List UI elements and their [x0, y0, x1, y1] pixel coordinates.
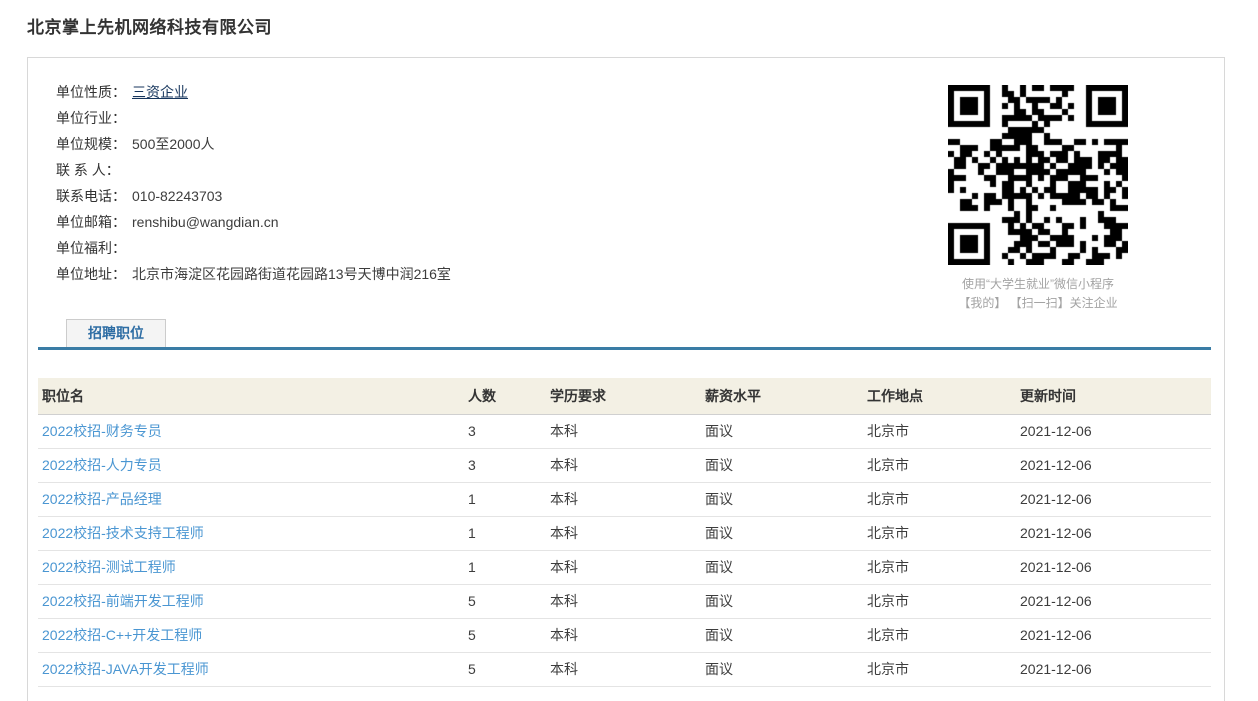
job-cell: 北京市	[867, 559, 909, 575]
company-nature-link[interactable]: 三资企业	[132, 84, 188, 100]
job-row: 2022校招-测试工程师 1 本科 面议 北京市 2021-12-06	[38, 550, 1211, 584]
job-cell: 2021-12-06	[1020, 559, 1092, 575]
job-title-link[interactable]: 2022校招-产品经理	[42, 491, 162, 507]
job-cell: 面议	[705, 525, 733, 541]
job-cell: 5	[468, 593, 476, 609]
job-cell: 本科	[550, 457, 578, 473]
job-title-link[interactable]: 2022校招-技术支持工程师	[42, 525, 204, 541]
job-cell: 2021-12-06	[1020, 457, 1092, 473]
job-cell: 5	[468, 661, 476, 677]
page-title: 北京掌上先机网络科技有限公司	[27, 18, 272, 37]
job-title-cell: 2022校招-人力专员	[38, 448, 464, 482]
column-header-education: 学历要求	[546, 378, 701, 415]
info-label: 单位福利：	[56, 240, 126, 256]
column-header-job-title: 职位名	[38, 378, 464, 415]
job-cell: 本科	[550, 559, 578, 575]
job-row: 2022校招-前端开发工程师 5 本科 面议 北京市 2021-12-06	[38, 584, 1211, 618]
job-title-cell: 2022校招-前端开发工程师	[38, 584, 464, 618]
job-cell: 2021-12-06	[1020, 491, 1092, 507]
job-title-link[interactable]: 2022校招-C++开发工程师	[42, 627, 202, 643]
qr-caption: 使用“大学生就业”微信小程序 【我的】 【扫一扫】关注企业	[918, 275, 1158, 313]
job-cell: 2021-12-06	[1020, 525, 1092, 541]
job-table: 职位名 人数 学历要求 薪资水平 工作地点 更新时间 2022校招-财务专员 3 本…	[38, 378, 1211, 687]
qr-caption-line2: 【我的】 【扫一扫】关注企业	[958, 296, 1118, 310]
job-cell: 面议	[705, 491, 733, 507]
column-header-location: 工作地点	[863, 378, 1016, 415]
tab-recruitment-positions[interactable]: 招聘职位	[66, 319, 166, 347]
info-label: 单位规模：	[56, 136, 126, 152]
job-title-cell: 2022校招-技术支持工程师	[38, 516, 464, 550]
job-row: 2022校招-C++开发工程师 5 本科 面议 北京市 2021-12-06	[38, 618, 1211, 652]
job-cell: 2021-12-06	[1020, 593, 1092, 609]
job-table-body: 2022校招-财务专员 3 本科 面议 北京市 2021-12-06 2022校招-人力专员…	[38, 414, 1211, 686]
job-cell: 面议	[705, 457, 733, 473]
job-cell: 本科	[550, 423, 578, 439]
info-label: 单位地址：	[56, 266, 126, 282]
job-cell: 北京市	[867, 457, 909, 473]
job-cell: 本科	[550, 627, 578, 643]
job-cell: 面议	[705, 423, 733, 439]
job-title-link[interactable]: 2022校招-财务专员	[42, 423, 162, 439]
job-cell: 3	[468, 423, 476, 439]
job-cell: 面议	[705, 661, 733, 677]
job-cell: 本科	[550, 491, 578, 507]
job-cell: 北京市	[867, 491, 909, 507]
job-cell: 3	[468, 457, 476, 473]
info-label: 单位邮箱：	[56, 214, 126, 230]
job-cell: 1	[468, 525, 476, 541]
info-label: 联系电话：	[56, 188, 126, 204]
job-cell: 本科	[550, 593, 578, 609]
company-detail-panel: 单位性质： 三资企业 单位行业： 单位规模： 500至2000人联 系 人： 联系电话： 0…	[27, 57, 1225, 701]
company-info-section: 单位性质： 三资企业 单位行业： 单位规模： 500至2000人联 系 人： 联系电话： 0…	[28, 58, 1224, 310]
job-title-link[interactable]: 2022校招-JAVA开发工程师	[42, 661, 209, 677]
job-table-header: 职位名 人数 学历要求 薪资水平 工作地点 更新时间	[38, 378, 1211, 415]
qr-caption-line1: 使用“大学生就业”微信小程序	[962, 277, 1114, 291]
job-title-cell: 2022校招-C++开发工程师	[38, 618, 464, 652]
job-title-cell: 2022校招-产品经理	[38, 482, 464, 516]
tab-bar: 招聘职位	[38, 319, 1211, 350]
job-table-container: 职位名 人数 学历要求 薪资水平 工作地点 更新时间 2022校招-财务专员 3 本…	[38, 378, 1211, 687]
job-cell: 1	[468, 491, 476, 507]
info-value: 北京市海淀区花园路街道花园路13号天博中润216室	[132, 266, 451, 282]
job-cell: 面议	[705, 559, 733, 575]
job-title-link[interactable]: 2022校招-前端开发工程师	[42, 593, 204, 609]
column-header-headcount: 人数	[464, 378, 546, 415]
job-row: 2022校招-技术支持工程师 1 本科 面议 北京市 2021-12-06	[38, 516, 1211, 550]
job-title-cell: 2022校招-测试工程师	[38, 550, 464, 584]
info-label: 单位性质：	[56, 84, 126, 100]
job-title-link[interactable]: 2022校招-测试工程师	[42, 559, 176, 575]
job-cell: 本科	[550, 661, 578, 677]
job-row: 2022校招-产品经理 1 本科 面议 北京市 2021-12-06	[38, 482, 1211, 516]
job-cell: 2021-12-06	[1020, 423, 1092, 439]
info-label: 单位行业：	[56, 110, 126, 126]
info-value: 010-82243703	[132, 188, 223, 204]
job-cell: 北京市	[867, 423, 909, 439]
info-value: 500至2000人	[132, 136, 215, 152]
company-detail-page: 北京掌上先机网络科技有限公司 单位性质： 三资企业 单位行业： 单位规模： 500至20…	[0, 0, 1258, 701]
job-cell: 面议	[705, 593, 733, 609]
job-cell: 北京市	[867, 525, 909, 541]
job-cell: 北京市	[867, 593, 909, 609]
job-row: 2022校招-JAVA开发工程师 5 本科 面议 北京市 2021-12-06	[38, 652, 1211, 686]
job-title-cell: 2022校招-JAVA开发工程师	[38, 652, 464, 686]
column-header-updated: 更新时间	[1016, 378, 1211, 415]
job-title-link[interactable]: 2022校招-人力专员	[42, 457, 162, 473]
info-value: renshibu@wangdian.cn	[132, 214, 279, 230]
job-cell: 面议	[705, 627, 733, 643]
job-table-header-row: 职位名 人数 学历要求 薪资水平 工作地点 更新时间	[38, 378, 1211, 415]
job-cell: 2021-12-06	[1020, 627, 1092, 643]
job-cell: 2021-12-06	[1020, 661, 1092, 677]
job-cell: 北京市	[867, 627, 909, 643]
column-header-salary: 薪资水平	[701, 378, 863, 415]
job-row: 2022校招-财务专员 3 本科 面议 北京市 2021-12-06	[38, 414, 1211, 448]
job-cell: 本科	[550, 525, 578, 541]
job-cell: 5	[468, 627, 476, 643]
job-cell: 北京市	[867, 661, 909, 677]
qr-code	[948, 85, 1128, 265]
qr-block: 使用“大学生就业”微信小程序 【我的】 【扫一扫】关注企业	[918, 85, 1158, 313]
info-label: 联 系 人：	[56, 162, 120, 178]
job-title-cell: 2022校招-财务专员	[38, 414, 464, 448]
job-cell: 1	[468, 559, 476, 575]
job-row: 2022校招-人力专员 3 本科 面议 北京市 2021-12-06	[38, 448, 1211, 482]
